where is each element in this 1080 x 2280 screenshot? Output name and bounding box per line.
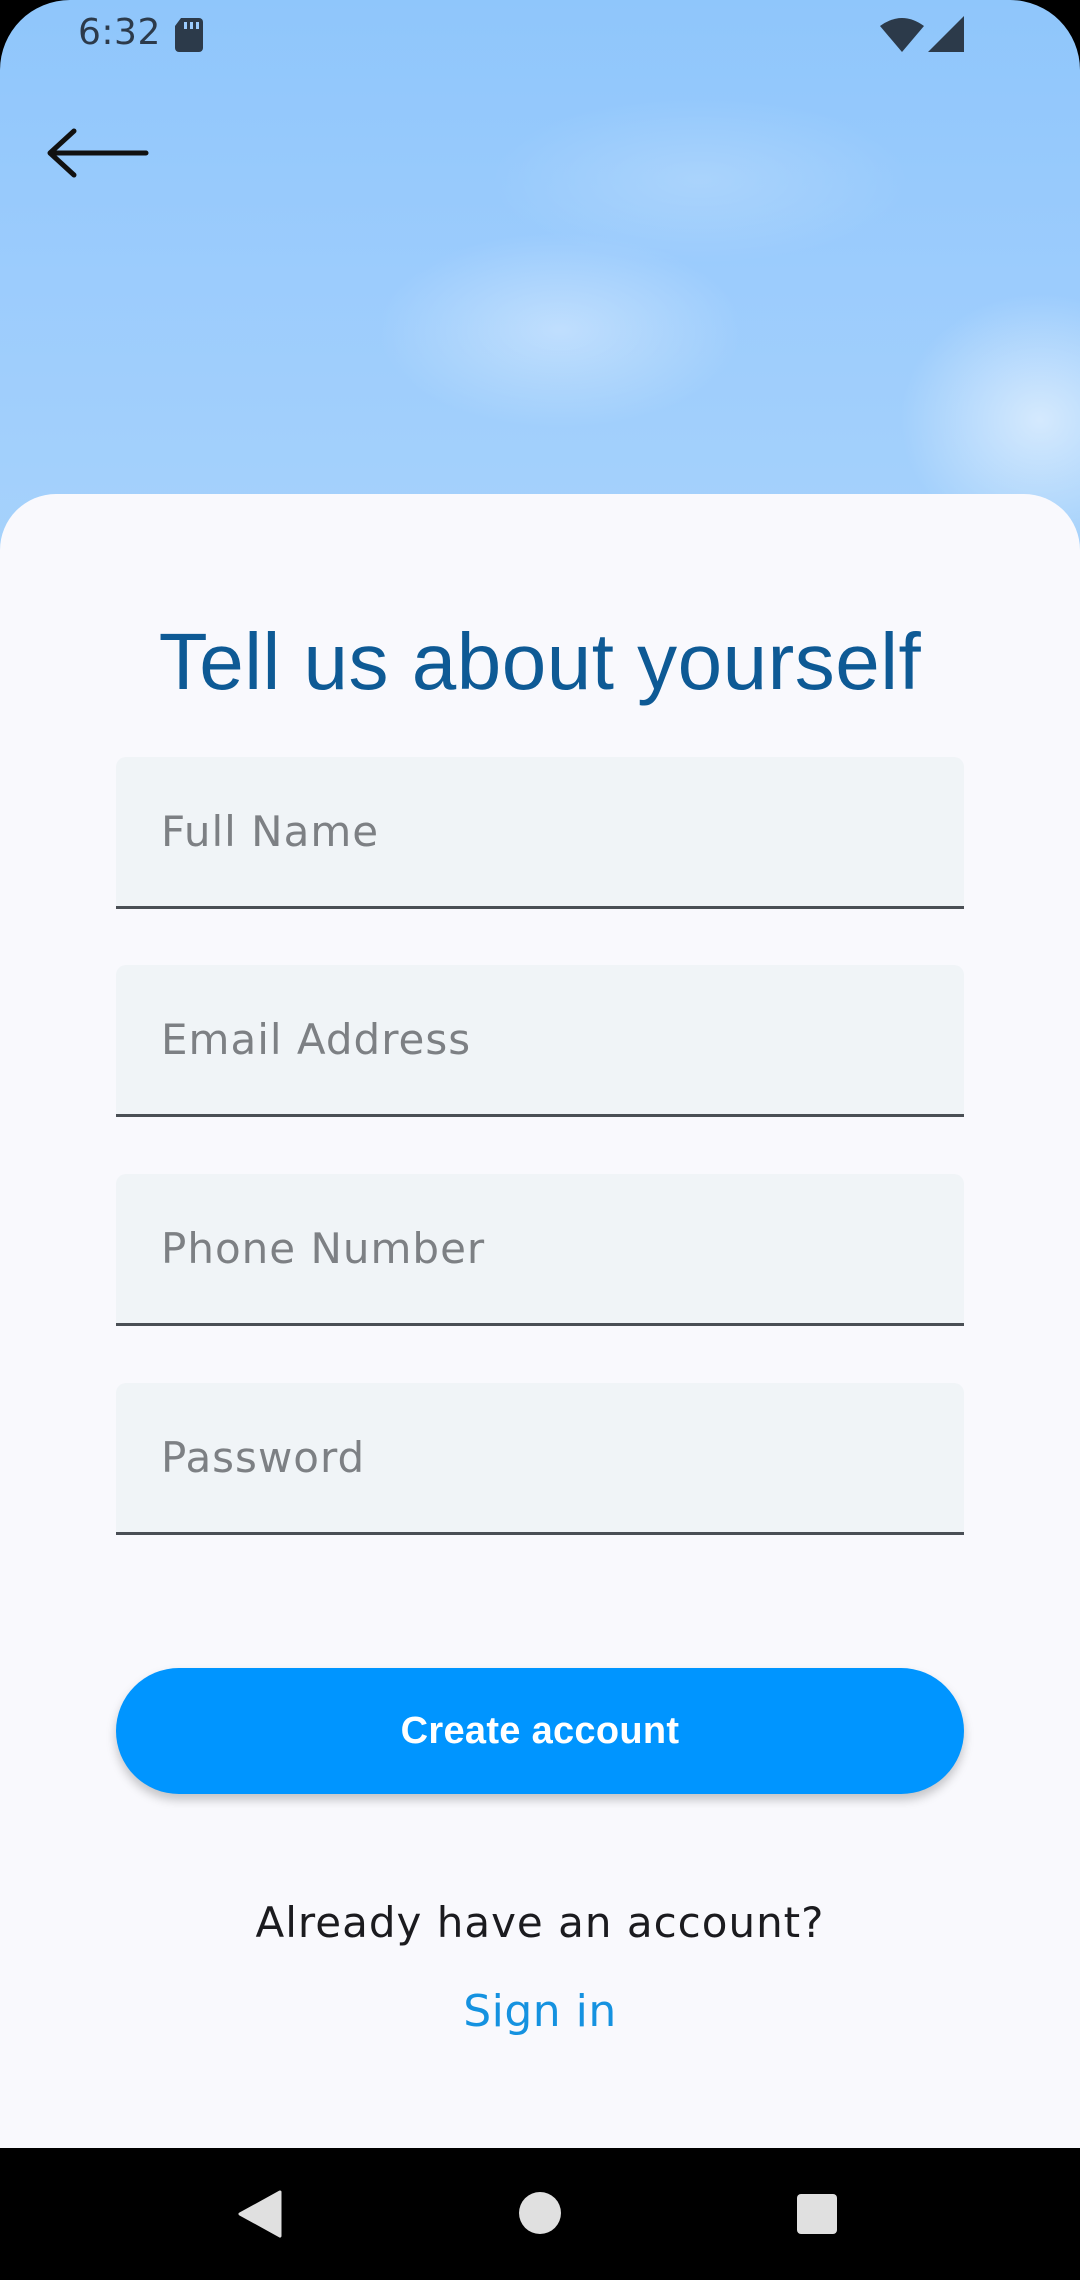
phone-screen: 6:32 Tell us about yourself Full Name Em… xyxy=(0,0,1080,2280)
recents-square-icon[interactable] xyxy=(797,2194,837,2234)
sign-in-link[interactable]: Sign in xyxy=(440,1986,640,2037)
phone-number-input[interactable] xyxy=(116,1174,964,1323)
full-name-field-container xyxy=(116,757,964,909)
home-circle-icon[interactable] xyxy=(519,2192,561,2234)
phone-field-container xyxy=(116,1174,964,1326)
sd-card-icon xyxy=(175,18,203,52)
password-input[interactable] xyxy=(116,1383,964,1532)
status-time: 6:32 xyxy=(78,12,161,53)
create-account-button[interactable]: Create account xyxy=(116,1668,964,1794)
cellular-signal-icon xyxy=(928,16,964,52)
wifi-icon xyxy=(880,18,924,52)
email-field-container xyxy=(116,965,964,1117)
back-triangle-icon[interactable] xyxy=(238,2190,282,2238)
password-field-container xyxy=(116,1383,964,1535)
system-navigation-bar xyxy=(0,2148,1080,2280)
email-address-input[interactable] xyxy=(116,965,964,1114)
back-button[interactable] xyxy=(40,115,160,195)
page-title: Tell us about yourself xyxy=(158,617,922,706)
signup-card: Tell us about yourself Create account Al… xyxy=(0,494,1080,2148)
status-bar: 6:32 xyxy=(0,0,1080,72)
already-have-account-text: Already have an account? xyxy=(255,1898,825,1947)
full-name-input[interactable] xyxy=(116,757,964,906)
sky-header-background xyxy=(0,0,1080,560)
arrow-left-icon xyxy=(47,128,149,178)
